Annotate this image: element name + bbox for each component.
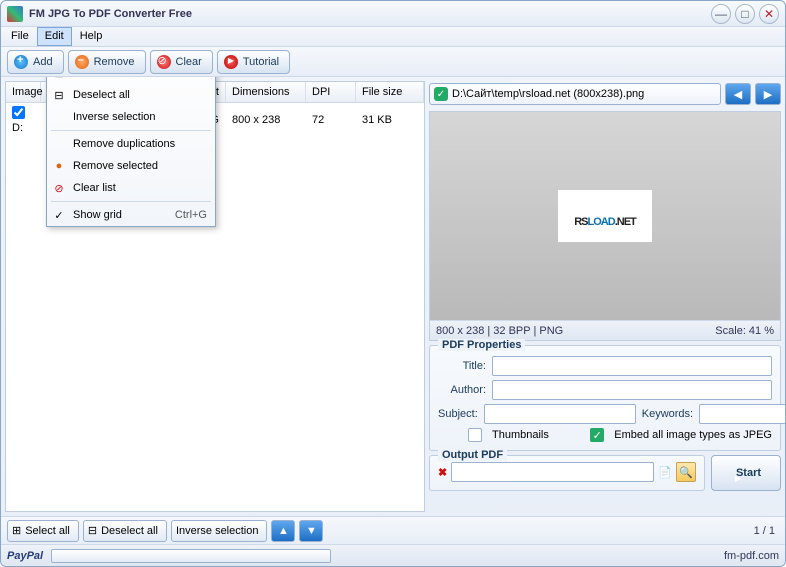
author-label: Author:: [438, 384, 486, 396]
separator: [51, 130, 211, 131]
output-title: Output PDF: [438, 449, 507, 461]
thumbnails-checkbox[interactable]: [468, 428, 482, 442]
group-title: PDF Properties: [438, 339, 525, 351]
minus-icon: [75, 55, 89, 69]
subject-label: Subject:: [438, 408, 478, 420]
app-window: FM JPG To PDF Converter Free — □ ✕ File …: [0, 0, 786, 567]
bottom-toolbar: ⊞Select all ⊟Deselect all Inverse select…: [1, 516, 785, 544]
move-down-button[interactable]: ▼: [299, 520, 323, 542]
site-link[interactable]: fm-pdf.com: [724, 550, 779, 562]
file-list-panel: ⊞Select all ⊟Deselect all Inverse select…: [5, 81, 425, 512]
check-icon: ✓: [51, 209, 67, 222]
col-filesize[interactable]: File size: [356, 82, 424, 102]
app-icon: [7, 6, 23, 22]
title-label: Title:: [438, 360, 486, 372]
dd-select-all[interactable]: ⊞Select all: [47, 77, 215, 84]
toolbar: Add Remove Clear Tutorial: [1, 47, 785, 77]
col-image[interactable]: Image: [6, 82, 41, 102]
close-button[interactable]: ✕: [759, 4, 779, 24]
minimize-button[interactable]: —: [711, 4, 731, 24]
start-button[interactable]: Start: [711, 455, 781, 491]
shortcut: Ctrl+G: [175, 209, 207, 221]
collapse-icon: ⊟: [88, 524, 97, 537]
check-icon: ✓: [434, 87, 448, 101]
add-button[interactable]: Add: [7, 50, 64, 74]
expand-icon: ⊞: [51, 77, 67, 80]
row-checkbox[interactable]: [12, 106, 25, 119]
logo-image: RSLOAD.NET: [558, 190, 652, 242]
dd-clear-list[interactable]: ⊘Clear list: [47, 177, 215, 199]
dd-deselect-all[interactable]: ⊟Deselect all: [47, 84, 215, 106]
next-button[interactable]: ▶: [755, 83, 781, 105]
tutorial-button[interactable]: Tutorial: [217, 50, 290, 74]
remove-button[interactable]: Remove: [68, 50, 146, 74]
dd-remove-dup[interactable]: Remove duplications: [47, 133, 215, 155]
right-panel: ✓ D:\Сайт\temp\rsload.net (800x238).png …: [429, 81, 781, 512]
clear-button[interactable]: Clear: [150, 50, 213, 74]
play-icon: [224, 55, 238, 69]
author-field[interactable]: [492, 380, 772, 400]
maximize-button[interactable]: □: [735, 4, 755, 24]
preview-pane: RSLOAD.NET 800 x 238 | 32 BPP | PNG Scal…: [429, 111, 781, 341]
preview-info: 800 x 238 | 32 BPP | PNG Scale: 41 %: [430, 320, 780, 340]
menu-edit[interactable]: Edit: [37, 27, 72, 46]
path-row: ✓ D:\Сайт\temp\rsload.net (800x238).png …: [429, 81, 781, 107]
app-title: FM JPG To PDF Converter Free: [29, 8, 707, 20]
pdf-properties-group: PDF Properties Title: Author: Subject: K…: [429, 345, 781, 451]
browse-button[interactable]: 🔍: [676, 462, 696, 482]
collapse-icon: ⊟: [51, 89, 67, 102]
col-dimensions[interactable]: Dimensions: [226, 82, 306, 102]
scale-label: Scale: 41 %: [715, 325, 774, 337]
expand-icon: ⊞: [12, 524, 21, 537]
menu-help[interactable]: Help: [72, 27, 111, 46]
menu-file[interactable]: File: [3, 27, 37, 46]
preview-image: RSLOAD.NET: [430, 112, 780, 320]
search-icon: 🔍: [679, 466, 693, 479]
menubar: File Edit Help: [1, 27, 785, 47]
content: ⊞Select all ⊟Deselect all Inverse select…: [1, 77, 785, 516]
output-row: Output PDF ✖ 📄 🔍 Start: [429, 455, 781, 491]
output-path-field[interactable]: [451, 462, 654, 482]
separator: [51, 201, 211, 202]
embed-label: Embed all image types as JPEG: [614, 429, 772, 441]
statusbar: PayPal fm-pdf.com: [1, 544, 785, 566]
dd-show-grid[interactable]: ✓Show gridCtrl+G: [47, 204, 215, 226]
deselect-all-button[interactable]: ⊟Deselect all: [83, 520, 167, 542]
col-dpi[interactable]: DPI: [306, 82, 356, 102]
paypal-link[interactable]: PayPal: [7, 550, 43, 562]
keywords-field[interactable]: [699, 404, 785, 424]
minus-icon: ●: [51, 160, 67, 172]
plus-icon: [14, 55, 28, 69]
no-icon: ⊘: [51, 182, 67, 195]
title-field[interactable]: [492, 356, 772, 376]
prev-button[interactable]: ◀: [725, 83, 751, 105]
file-path: D:\Сайт\temp\rsload.net (800x238).png: [452, 88, 644, 100]
select-all-button[interactable]: ⊞Select all: [7, 520, 79, 542]
edit-dropdown: ⊞Select all ⊟Deselect all Inverse select…: [46, 77, 216, 227]
pdf-icon: 📄: [658, 466, 672, 479]
move-up-button[interactable]: ▲: [271, 520, 295, 542]
clear-icon: [157, 55, 171, 69]
embed-checkbox[interactable]: ✓: [590, 428, 604, 442]
delete-icon[interactable]: ✖: [438, 466, 447, 479]
output-group: Output PDF ✖ 📄 🔍: [429, 455, 705, 491]
path-display: ✓ D:\Сайт\temp\rsload.net (800x238).png: [429, 83, 721, 105]
subject-field[interactable]: [484, 404, 636, 424]
dd-remove-selected[interactable]: ●Remove selected: [47, 155, 215, 177]
dd-inverse[interactable]: Inverse selection: [47, 106, 215, 128]
thumbnails-label: Thumbnails: [492, 429, 549, 441]
progress-bar: [51, 549, 331, 563]
keywords-label: Keywords:: [642, 408, 693, 420]
inverse-button[interactable]: Inverse selection: [171, 520, 268, 542]
page-count: 1 / 1: [754, 525, 775, 537]
titlebar: FM JPG To PDF Converter Free — □ ✕: [1, 1, 785, 27]
